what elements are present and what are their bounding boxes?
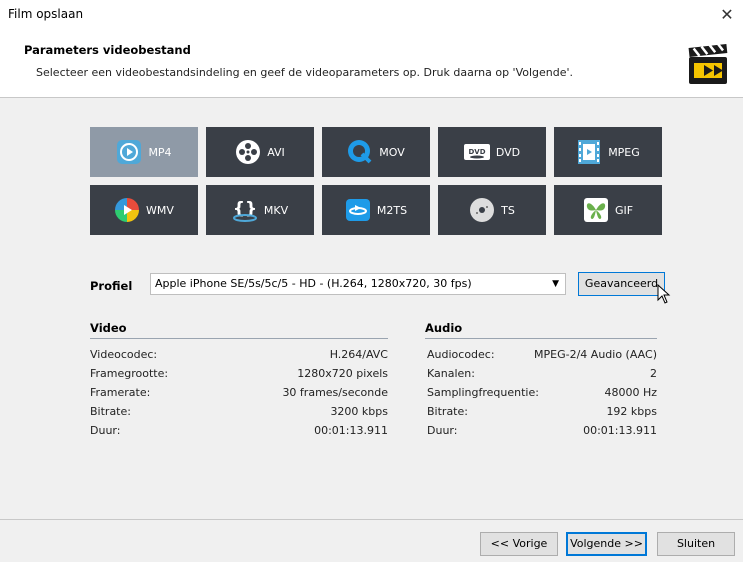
format-button-mov[interactable]: MOV xyxy=(322,127,430,177)
main-panel: MP4 AVI MOV DVD DVD MPEG WMV {} MKV M2TS… xyxy=(0,98,743,519)
audio-duration-label: Duur: xyxy=(427,424,458,437)
format-label: MP4 xyxy=(148,145,172,159)
video-duration-value: 00:01:13.911 xyxy=(314,424,388,437)
framerate-label: Framerate: xyxy=(90,386,151,399)
audio-heading: Audio xyxy=(425,321,463,335)
format-button-ts[interactable]: TS xyxy=(438,185,546,235)
profile-value: Apple iPhone SE/5s/5c/5 - HD - (H.264, 1… xyxy=(155,277,472,290)
profile-select[interactable]: Apple iPhone SE/5s/5c/5 - HD - (H.264, 1… xyxy=(150,273,566,295)
butterfly-icon xyxy=(583,198,608,222)
format-button-mp4[interactable]: MP4 xyxy=(90,127,198,177)
page-title: Parameters videobestand xyxy=(24,43,191,57)
page-subtitle: Selecteer een videobestandsindeling en g… xyxy=(36,66,574,79)
advanced-button[interactable]: Geavanceerd xyxy=(578,272,665,296)
dvd-icon: DVD xyxy=(463,144,490,160)
format-label: GIF xyxy=(614,203,634,217)
audio-codec-value: MPEG-2/4 Audio (AAC) xyxy=(534,348,657,361)
format-button-dvd[interactable]: DVD DVD xyxy=(438,127,546,177)
film-reel-icon xyxy=(236,140,261,164)
mkv-icon: {} xyxy=(233,199,257,222)
bluray-icon xyxy=(345,199,370,221)
close-icon[interactable]: ✕ xyxy=(715,4,739,26)
format-label: TS xyxy=(501,203,515,217)
framerate-value: 30 frames/seconde xyxy=(282,386,388,399)
format-button-wmv[interactable]: WMV xyxy=(90,185,198,235)
mp4-icon xyxy=(117,140,142,164)
format-label: M2TS xyxy=(376,203,408,217)
audio-bitrate-label: Bitrate: xyxy=(427,405,468,418)
wizard-footer: << Vorige Volgende >> Sluiten xyxy=(0,519,743,562)
disc-icon xyxy=(470,198,495,222)
audio-codec-label: Audiocodec: xyxy=(427,348,495,361)
format-label: MKV xyxy=(263,203,289,217)
channels-value: 2 xyxy=(650,367,657,380)
sampling-frequency-label: Samplingfrequentie: xyxy=(427,386,539,399)
video-bitrate-label: Bitrate: xyxy=(90,405,131,418)
format-button-mpeg[interactable]: MPEG xyxy=(554,127,662,177)
title-bar: Film opslaan ✕ xyxy=(0,0,743,31)
format-label: WMV xyxy=(146,203,174,217)
profile-label: Profiel xyxy=(90,279,133,293)
video-codec-value: H.264/AVC xyxy=(329,348,388,361)
filmstrip-icon xyxy=(578,140,601,164)
chevron-down-icon: ▼ xyxy=(552,279,559,289)
wizard-header: Parameters videobestand Selecteer een vi… xyxy=(0,31,743,98)
format-label: MPEG xyxy=(608,145,640,159)
video-heading: Video xyxy=(90,321,127,335)
next-button[interactable]: Volgende >> xyxy=(566,532,647,556)
audio-divider xyxy=(425,338,657,339)
clapperboard-icon xyxy=(688,43,728,84)
format-label: MOV xyxy=(379,145,405,159)
format-button-m2ts[interactable]: M2TS xyxy=(322,185,430,235)
format-button-gif[interactable]: GIF xyxy=(554,185,662,235)
quicktime-icon xyxy=(348,140,372,164)
format-label: AVI xyxy=(267,145,285,159)
channels-label: Kanalen: xyxy=(427,367,475,380)
close-button[interactable]: Sluiten xyxy=(657,532,735,556)
mouse-cursor-icon xyxy=(657,284,671,304)
audio-bitrate-value: 192 kbps xyxy=(606,405,657,418)
frame-size-label: Framegrootte: xyxy=(90,367,169,380)
sampling-frequency-value: 48000 Hz xyxy=(604,386,657,399)
audio-duration-value: 00:01:13.911 xyxy=(583,424,657,437)
video-duration-label: Duur: xyxy=(90,424,121,437)
svg-text:DVD: DVD xyxy=(468,148,485,156)
frame-size-value: 1280x720 pixels xyxy=(297,367,388,380)
format-button-mkv[interactable]: {} MKV xyxy=(206,185,314,235)
video-bitrate-value: 3200 kbps xyxy=(330,405,388,418)
window-title: Film opslaan xyxy=(8,7,84,21)
video-codec-label: Videocodec: xyxy=(90,348,158,361)
format-button-avi[interactable]: AVI xyxy=(206,127,314,177)
previous-button[interactable]: << Vorige xyxy=(480,532,558,556)
format-label: DVD xyxy=(495,145,521,159)
video-divider xyxy=(90,338,388,339)
windows-media-icon xyxy=(115,198,140,222)
